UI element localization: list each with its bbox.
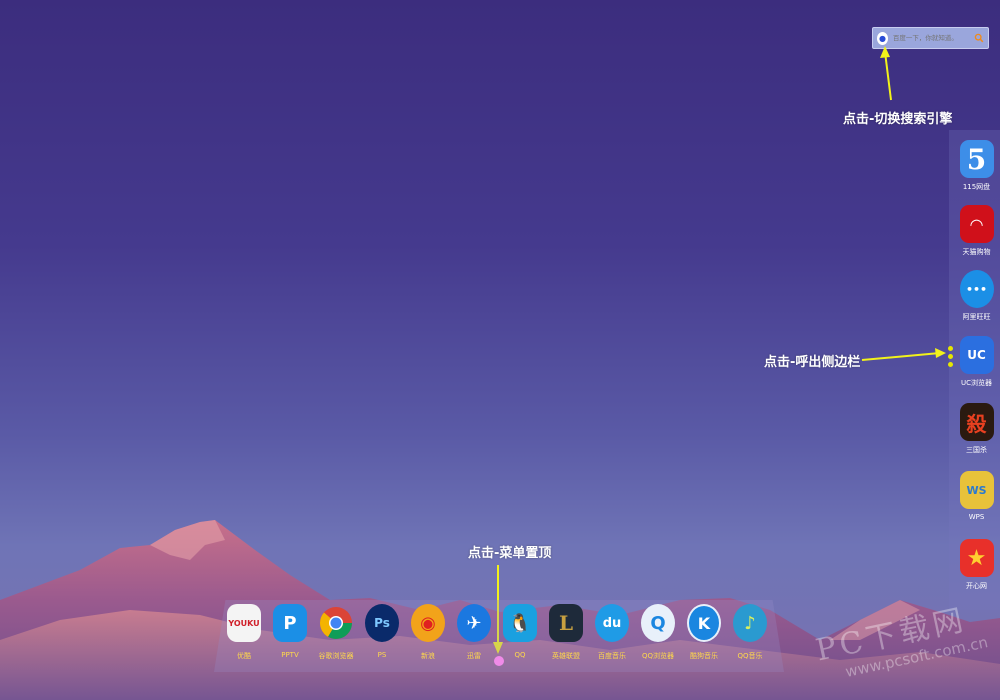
sidebar-item-kaixin[interactable]: ★ 开心网 xyxy=(951,539,1000,591)
watermark: PC下载网 www.pcsoft.com.cn xyxy=(810,600,990,700)
baidu-music-icon: du xyxy=(595,604,629,642)
sidebar-item-label: 天猫购物 xyxy=(962,248,991,256)
dock-item-xunlei[interactable]: ✈ 迅雷 xyxy=(451,604,497,661)
dock-item-qq-music[interactable]: ♪ QQ音乐 xyxy=(727,604,773,661)
sidebar-item-sanguosha[interactable]: 殺 三国杀 xyxy=(951,403,1000,455)
sidebar-item-label: 三国杀 xyxy=(966,446,987,454)
dock-item-label: PS xyxy=(377,651,387,659)
qq-music-icon: ♪ xyxy=(733,604,767,642)
dock-item-label: 优酷 xyxy=(237,652,251,660)
tmall-icon: ◠ xyxy=(959,205,994,243)
annotation-open-sidebar: 点击-呼出侧边栏 xyxy=(764,355,861,370)
dock-item-pptv[interactable]: P PPTV xyxy=(267,604,313,659)
dock-item-weibo[interactable]: ◉ 新浪 xyxy=(405,604,451,661)
dock-item-label: 谷歌浏览器 xyxy=(318,652,354,660)
annotation-switch-search-engine: 点击-切换搜索引擎 xyxy=(843,112,953,127)
dock-item-label: QQ音乐 xyxy=(737,652,763,660)
youku-icon: YOUKU xyxy=(227,604,261,642)
sidebar-item-label: WPS xyxy=(968,513,985,521)
wps-icon: WS xyxy=(959,471,994,509)
qq-icon: 🐧 xyxy=(503,604,537,642)
kaixin-icon: ★ xyxy=(959,539,994,577)
uc-browser-icon: UC xyxy=(959,336,994,374)
dock-item-label: 新浪 xyxy=(421,652,435,660)
league-icon: L xyxy=(549,604,583,642)
search-input[interactable] xyxy=(892,34,974,42)
dock-item-label: 英雄联盟 xyxy=(552,652,580,660)
dock-item-label: 迅雷 xyxy=(467,652,481,660)
dock-item-qq-browser[interactable]: Q QQ浏览器 xyxy=(635,604,681,661)
sidebar-item-label: UC浏览器 xyxy=(960,379,992,387)
sidebar-item-uc-browser[interactable]: UC UC浏览器 xyxy=(951,336,1000,388)
sidebar-item-115[interactable]: 5 115网盘 xyxy=(951,140,1000,192)
sidebar-item-wps[interactable]: WS WPS xyxy=(951,471,1000,521)
xunlei-icon: ✈ xyxy=(457,604,491,642)
sidebar-item-label: 开心网 xyxy=(966,582,987,590)
sidebar-item-tmall[interactable]: ◠ 天猫购物 xyxy=(951,205,1000,257)
dock-item-label: PPTV xyxy=(281,651,299,659)
dock-item-qq[interactable]: 🐧 QQ xyxy=(497,604,543,659)
aliwangwang-icon: ••• xyxy=(959,270,994,308)
dock-item-label: QQ浏览器 xyxy=(641,652,675,660)
sidebar-item-label: 115网盘 xyxy=(962,183,991,191)
search-icon[interactable] xyxy=(974,32,984,44)
dock-item-chrome[interactable]: 谷歌浏览器 xyxy=(313,604,359,661)
sanguosha-icon: 殺 xyxy=(959,403,994,441)
sidebar-item-label: 阿里旺旺 xyxy=(962,313,991,321)
chrome-icon xyxy=(319,604,353,642)
dock-item-league-of-legends[interactable]: L 英雄联盟 xyxy=(543,604,589,661)
dock-item-label: 百度音乐 xyxy=(598,652,626,660)
qq-browser-icon: Q xyxy=(641,604,675,642)
mountain-wallpaper xyxy=(0,520,1000,700)
dock-item-kugou[interactable]: K 酷狗音乐 xyxy=(681,604,727,661)
sidebar-item-aliwangwang[interactable]: ••• 阿里旺旺 xyxy=(951,270,1000,322)
photoshop-icon: Ps xyxy=(365,604,399,642)
baidu-paw-icon[interactable]: ● xyxy=(877,31,888,45)
annotation-pin-menu: 点击-菜单置顶 xyxy=(468,546,552,561)
dock-item-youku[interactable]: YOUKU 优酷 xyxy=(221,604,267,661)
dock-item-label: QQ xyxy=(514,651,526,659)
kugou-icon: K xyxy=(687,604,721,642)
pptv-icon: P xyxy=(273,604,307,642)
dock-item-baidu-music[interactable]: du 百度音乐 xyxy=(589,604,635,661)
dock-item-label: 酷狗音乐 xyxy=(690,652,718,660)
115-cloud-icon: 5 xyxy=(959,140,994,178)
weibo-icon: ◉ xyxy=(411,604,445,642)
dock-item-photoshop[interactable]: Ps PS xyxy=(359,604,405,659)
search-box[interactable]: ● xyxy=(872,27,989,49)
